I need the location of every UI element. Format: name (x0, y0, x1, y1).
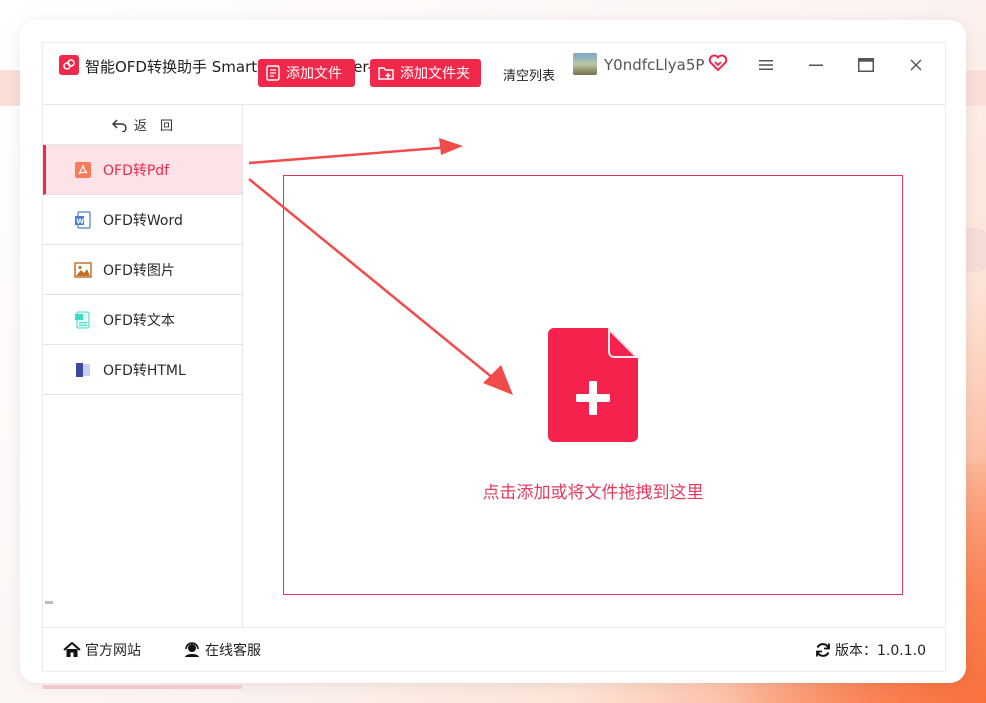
user-avatar[interactable] (573, 53, 597, 75)
svg-text:W: W (76, 217, 84, 225)
app-frame: 智能OFD转换助手 SmartOFD Converter-OFD转文件 Y0nd… (42, 42, 946, 672)
vip-heart-icon[interactable] (708, 53, 728, 73)
sidebar-item-label: OFD转HTML (103, 362, 186, 379)
menu-icon[interactable] (751, 51, 781, 79)
add-file-button[interactable]: 添加文件 (258, 59, 355, 87)
app-window: 智能OFD转换助手 SmartOFD Converter-OFD转文件 Y0nd… (20, 20, 966, 689)
sidebar-item-ofd-to-word[interactable]: W OFD转Word (43, 195, 242, 245)
footer: 官方网站 在线客服 版本：1.0.1.0 (43, 627, 945, 671)
sidebar-item-label: OFD转Pdf (103, 162, 170, 179)
username[interactable]: Y0ndfcLlya5P (604, 56, 704, 74)
official-website-link[interactable]: 官方网站 (63, 640, 141, 660)
html-icon (73, 360, 93, 380)
back-arrow-icon (111, 119, 127, 132)
sidebar-scrollbar[interactable] (45, 601, 53, 604)
version-info: 版本：1.0.1.0 (815, 640, 926, 660)
file-drop-zone[interactable]: 点击添加或将文件拖拽到这里 (283, 175, 903, 595)
title-bar: 智能OFD转换助手 SmartOFD Converter-OFD转文件 Y0nd… (43, 43, 945, 105)
customer-service-icon (185, 642, 199, 657)
sidebar-item-ofd-to-image[interactable]: OFD转图片 (43, 245, 242, 295)
back-label: 返 回 (133, 119, 173, 134)
refresh-icon (816, 643, 830, 657)
online-service-link[interactable]: 在线客服 (183, 640, 261, 660)
close-icon[interactable] (901, 51, 931, 79)
clear-list-button[interactable]: 清空列表 (503, 65, 555, 84)
sidebar-item-label: OFD转Word (103, 212, 183, 229)
sidebar-item-ofd-to-pdf[interactable]: OFD转Pdf (43, 145, 242, 195)
home-icon (63, 642, 81, 657)
sidebar-item-ofd-to-text[interactable]: OFD转文本 (43, 295, 242, 345)
add-folder-button[interactable]: 添加文件夹 (370, 59, 481, 87)
add-file-icon (548, 328, 638, 442)
sidebar-item-label: OFD转文本 (103, 312, 175, 329)
file-list-icon (266, 65, 280, 81)
add-folder-label: 添加文件夹 (400, 66, 470, 82)
online-service-label: 在线客服 (205, 643, 261, 659)
sidebar-item-label: OFD转图片 (103, 262, 175, 279)
folder-add-icon (378, 67, 394, 80)
sidebar-item-ofd-to-html[interactable]: OFD转HTML (43, 345, 242, 395)
official-website-label: 官方网站 (85, 643, 141, 659)
maximize-icon[interactable] (851, 51, 881, 79)
version-label: 版本：1.0.1.0 (835, 643, 926, 659)
back-button[interactable]: 返 回 (43, 105, 242, 145)
add-file-label: 添加文件 (286, 66, 342, 82)
drop-hint: 点击添加或将文件拖拽到这里 (482, 483, 704, 503)
text-icon (73, 310, 93, 330)
minimize-icon[interactable] (801, 51, 831, 79)
bottom-scrollbar[interactable] (42, 685, 242, 689)
pdf-icon (73, 160, 93, 180)
sidebar: 返 回 OFD转Pdf W OFD转Word OFD转图片 OFD转文本 OFD… (43, 105, 243, 627)
word-icon: W (73, 210, 93, 230)
app-logo-icon (59, 55, 79, 75)
image-icon (73, 260, 93, 280)
